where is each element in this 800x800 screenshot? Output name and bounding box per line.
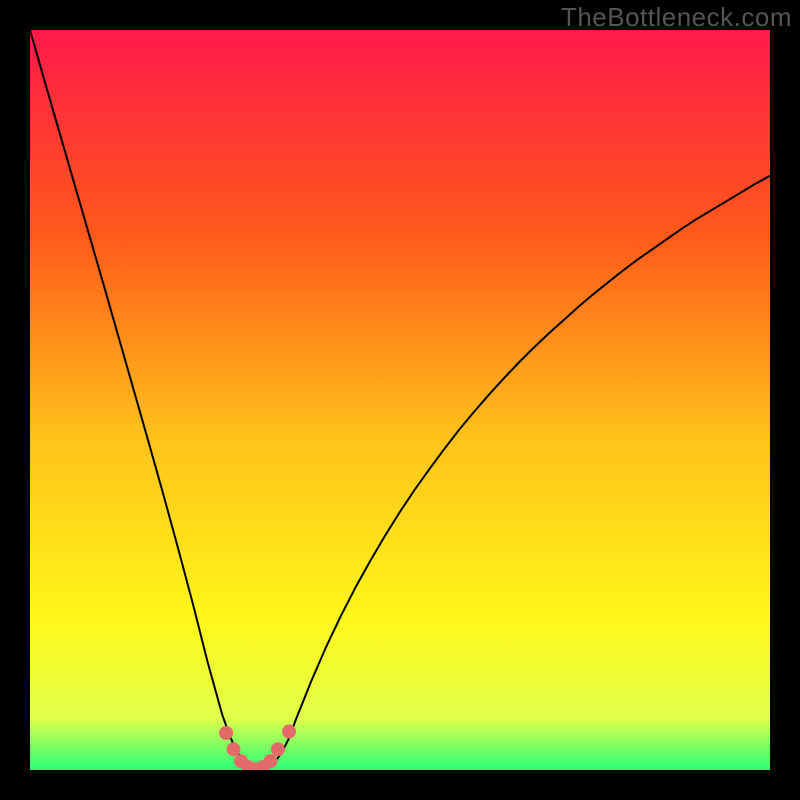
bottleneck-chart bbox=[30, 30, 770, 770]
curve-marker bbox=[227, 742, 241, 756]
curve-marker bbox=[219, 726, 233, 740]
watermark-text: TheBottleneck.com bbox=[561, 2, 792, 33]
chart-frame: TheBottleneck.com bbox=[0, 0, 800, 800]
curve-marker bbox=[282, 725, 296, 739]
curve-marker bbox=[264, 754, 278, 768]
gradient-background bbox=[30, 30, 770, 770]
curve-marker bbox=[271, 742, 285, 756]
